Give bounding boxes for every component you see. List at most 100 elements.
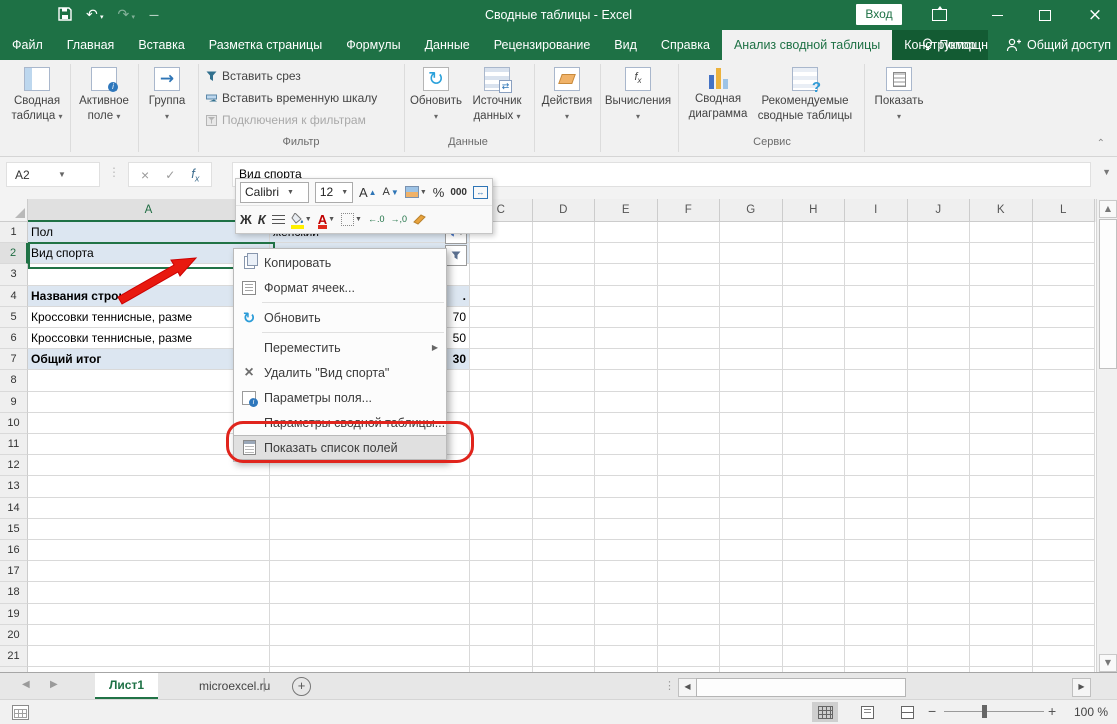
cell-K19[interactable]: [970, 604, 1033, 625]
cell-C15[interactable]: [470, 519, 533, 540]
cell-H9[interactable]: [783, 392, 846, 413]
cell-H16[interactable]: [783, 540, 846, 561]
cell-D3[interactable]: [533, 264, 596, 285]
cell-K9[interactable]: [970, 392, 1033, 413]
cell-F7[interactable]: [658, 349, 721, 370]
cell-K18[interactable]: [970, 582, 1033, 603]
cell-K3[interactable]: [970, 264, 1033, 285]
cell-C21[interactable]: [470, 646, 533, 667]
confirm-entry-icon[interactable]: ✓: [165, 168, 175, 182]
cell-F3[interactable]: [658, 264, 721, 285]
row-header-11[interactable]: 11: [0, 434, 28, 455]
cell-G19[interactable]: [720, 604, 783, 625]
column-header-I[interactable]: I: [845, 199, 908, 222]
cell-H14[interactable]: [783, 498, 846, 519]
cell-F12[interactable]: [658, 455, 721, 476]
cell-D7[interactable]: [533, 349, 596, 370]
cell-D2[interactable]: [533, 243, 596, 264]
merge-center-icon[interactable]: ↔: [473, 186, 488, 199]
cell-H12[interactable]: [783, 455, 846, 476]
ribbon-tab-9[interactable]: Справка: [649, 30, 722, 60]
cell-J6[interactable]: [908, 328, 971, 349]
cell-L17[interactable]: [1033, 561, 1096, 582]
cell-I10[interactable]: [845, 413, 908, 434]
cell-H11[interactable]: [783, 434, 846, 455]
cell-L9[interactable]: [1033, 392, 1096, 413]
scroll-down-icon[interactable]: ▼: [1099, 654, 1117, 672]
ribbon-tab-10[interactable]: Анализ сводной таблицы: [722, 30, 892, 60]
cell-H17[interactable]: [783, 561, 846, 582]
cell-H4[interactable]: [783, 286, 846, 307]
cell-B13[interactable]: [270, 476, 470, 497]
cell-E7[interactable]: [595, 349, 658, 370]
cell-K11[interactable]: [970, 434, 1033, 455]
increase-decimal-icon[interactable]: ←.0: [368, 214, 385, 224]
cell-K2[interactable]: [970, 243, 1033, 264]
cell-H2[interactable]: [783, 243, 846, 264]
cell-C3[interactable]: [470, 264, 533, 285]
cell-H3[interactable]: [783, 264, 846, 285]
cell-D10[interactable]: [533, 413, 596, 434]
cell-B20[interactable]: [270, 625, 470, 646]
cell-L5[interactable]: [1033, 307, 1096, 328]
cell-J17[interactable]: [908, 561, 971, 582]
ribbon-tab-8[interactable]: Вид: [602, 30, 649, 60]
refresh-button[interactable]: ↻ Обновить ▾: [408, 63, 464, 123]
row-header-1[interactable]: 1: [0, 222, 28, 243]
cell-H21[interactable]: [783, 646, 846, 667]
cell-L3[interactable]: [1033, 264, 1096, 285]
sheet-tab-microexcel.ru[interactable]: microexcel.ru: [185, 673, 284, 699]
decrease-font-icon[interactable]: A▼: [383, 186, 399, 198]
cell-G13[interactable]: [720, 476, 783, 497]
cell-F4[interactable]: [658, 286, 721, 307]
cell-C17[interactable]: [470, 561, 533, 582]
cell-I2[interactable]: [845, 243, 908, 264]
cell-H18[interactable]: [783, 582, 846, 603]
cell-C7[interactable]: [470, 349, 533, 370]
cell-J7[interactable]: [908, 349, 971, 370]
cell-E5[interactable]: [595, 307, 658, 328]
cell-K10[interactable]: [970, 413, 1033, 434]
cell-D14[interactable]: [533, 498, 596, 519]
cell-G18[interactable]: [720, 582, 783, 603]
row-header-19[interactable]: 19: [0, 604, 28, 625]
column-header-K[interactable]: K: [970, 199, 1033, 222]
cell-C18[interactable]: [470, 582, 533, 603]
row-header-7[interactable]: 7: [0, 349, 28, 370]
cell-L11[interactable]: [1033, 434, 1096, 455]
cell-A17[interactable]: [28, 561, 270, 582]
cell-A1[interactable]: Пол: [28, 222, 270, 243]
cell-H6[interactable]: [783, 328, 846, 349]
vertical-scrollbar[interactable]: ▲ ▼: [1096, 199, 1117, 672]
fill-color-icon[interactable]: ▼: [291, 212, 312, 227]
cell-E2[interactable]: [595, 243, 658, 264]
zoom-level[interactable]: 100 %: [1058, 705, 1108, 719]
zoom-slider-thumb[interactable]: [982, 705, 987, 718]
cell-I13[interactable]: [845, 476, 908, 497]
cell-J19[interactable]: [908, 604, 971, 625]
percent-style-button[interactable]: %: [433, 185, 445, 200]
cell-E18[interactable]: [595, 582, 658, 603]
cell-K21[interactable]: [970, 646, 1033, 667]
row-header-20[interactable]: 20: [0, 625, 28, 646]
cell-L10[interactable]: [1033, 413, 1096, 434]
sheet-next-icon[interactable]: ▶: [50, 679, 58, 690]
font-size-combo[interactable]: 12▼: [315, 182, 353, 203]
cell-C8[interactable]: [470, 370, 533, 391]
cell-C10[interactable]: [470, 413, 533, 434]
borders-icon[interactable]: ▼: [341, 213, 362, 226]
cell-F13[interactable]: [658, 476, 721, 497]
cell-H15[interactable]: [783, 519, 846, 540]
cell-J13[interactable]: [908, 476, 971, 497]
cell-L18[interactable]: [1033, 582, 1096, 603]
ribbon-tab-3[interactable]: Вставка: [126, 30, 196, 60]
cell-F11[interactable]: [658, 434, 721, 455]
cell-G8[interactable]: [720, 370, 783, 391]
cell-G16[interactable]: [720, 540, 783, 561]
column-header-L[interactable]: L: [1033, 199, 1096, 222]
cell-L12[interactable]: [1033, 455, 1096, 476]
cell-D21[interactable]: [533, 646, 596, 667]
cell-D11[interactable]: [533, 434, 596, 455]
show-button[interactable]: Показать ▾: [870, 63, 928, 123]
hscroll-right-icon[interactable]: ▶: [1072, 678, 1091, 697]
